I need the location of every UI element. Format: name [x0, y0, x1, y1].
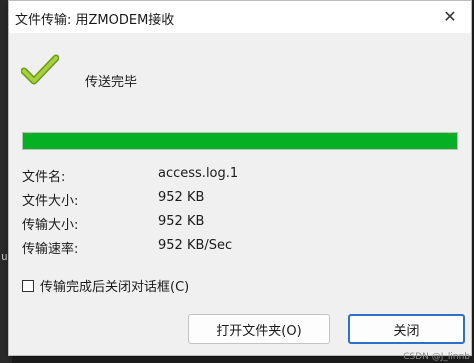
close-button[interactable]: 关闭 — [348, 314, 465, 344]
progress-fill — [23, 133, 457, 149]
checkmark-icon — [21, 54, 59, 85]
title-bar[interactable]: 文件传输: 用ZMODEM接收 ✕ — [9, 1, 471, 33]
transfer-rate-value: 952 KB/Sec — [158, 238, 233, 253]
file-size-value: 952 KB — [158, 190, 205, 205]
status-text: 传送完毕 — [85, 75, 138, 90]
dialog-title: 文件传输: 用ZMODEM接收 — [15, 13, 175, 28]
transfer-size-value: 952 KB — [158, 214, 205, 229]
file-size-label: 文件大小: — [22, 194, 79, 209]
background-text: u — [1, 250, 8, 263]
close-after-transfer-option[interactable]: 传输完成后关闭对话框(C) — [22, 276, 189, 295]
file-transfer-dialog: 文件传输: 用ZMODEM接收 ✕ 传送完毕 文件名: access.log.1… — [8, 0, 472, 356]
transfer-size-label: 传输大小: — [22, 218, 79, 233]
watermark: CSDN @J_linnb — [403, 352, 470, 362]
transfer-rate-label: 传输速率: — [22, 242, 79, 257]
file-name-label: 文件名: — [22, 170, 66, 185]
close-after-transfer-checkbox[interactable] — [22, 279, 34, 292]
open-folder-button[interactable]: 打开文件夹(O) — [188, 314, 330, 344]
progress-bar — [22, 132, 458, 150]
file-name-value: access.log.1 — [158, 166, 239, 181]
close-icon[interactable]: ✕ — [439, 5, 461, 27]
close-after-transfer-label[interactable]: 传输完成后关闭对话框(C) — [40, 276, 189, 295]
